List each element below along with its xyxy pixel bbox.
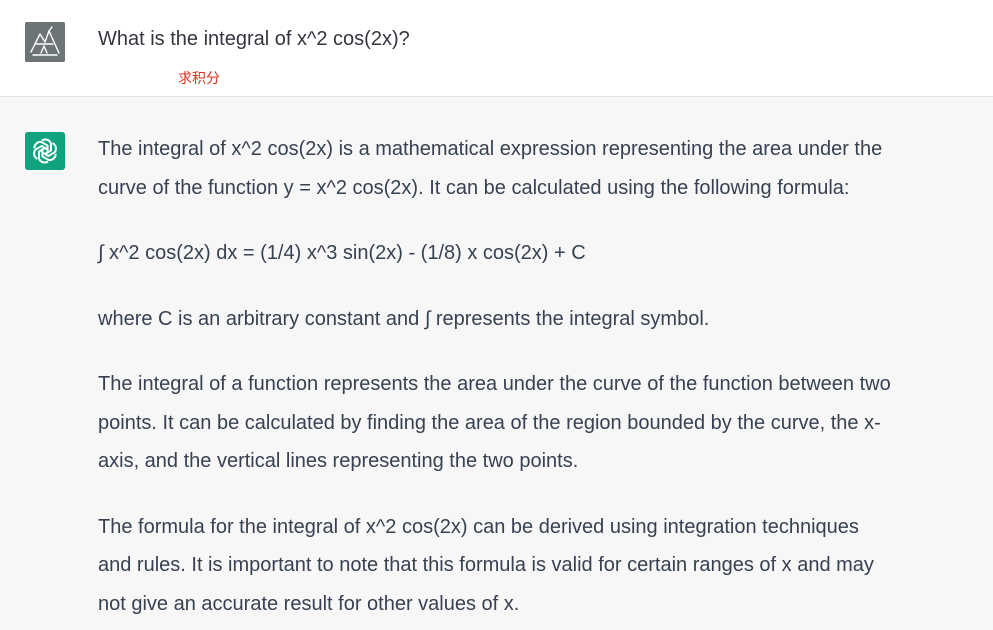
- assistant-formula-paragraph: ∫ x^2 cos(2x) dx = (1/4) x^3 sin(2x) - (…: [98, 234, 991, 273]
- chat-thread: What is the integral of x^2 cos(2x)? 求积分: [0, 0, 993, 630]
- handwritten-annotation: 求积分: [178, 71, 220, 87]
- openai-logo-icon: [25, 132, 65, 170]
- assistant-message-row: The integral of x^2 cos(2x) is a mathema…: [0, 97, 993, 630]
- assistant-paragraph: The integral of a function represents th…: [98, 365, 991, 481]
- formula-line: ∫ x^2 cos(2x) dx = (1/4) x^3 sin(2x) - (…: [98, 242, 586, 264]
- assistant-message-text: The integral of x^2 cos(2x) is a mathema…: [98, 130, 991, 630]
- text-line: and rules. It is important to note that …: [98, 554, 874, 576]
- user-message-text: What is the integral of x^2 cos(2x)?: [98, 28, 410, 50]
- assistant-paragraph: The formula for the integral of x^2 cos(…: [98, 508, 991, 624]
- user-avatar-sketch-icon: [25, 22, 65, 62]
- text-line: The integral of a function represents th…: [98, 373, 891, 395]
- text-line: where C is an arbitrary constant and ∫ r…: [98, 307, 710, 330]
- user-message-row: What is the integral of x^2 cos(2x)? 求积分: [0, 0, 993, 97]
- text-line: axis, and the vertical lines representin…: [98, 450, 579, 472]
- text-line: The integral of x^2 cos(2x) is a mathema…: [98, 138, 883, 160]
- text-line: points. It can be calculated by finding …: [98, 411, 881, 434]
- text-line: The formula for the integral of x^2 cos(…: [98, 515, 859, 538]
- text-line: curve of the function y = x^2 cos(2x). I…: [98, 176, 850, 199]
- text-line: not give an accurate result for other va…: [98, 592, 520, 615]
- assistant-paragraph: The integral of x^2 cos(2x) is a mathema…: [98, 130, 991, 207]
- assistant-paragraph: where C is an arbitrary constant and ∫ r…: [98, 300, 991, 339]
